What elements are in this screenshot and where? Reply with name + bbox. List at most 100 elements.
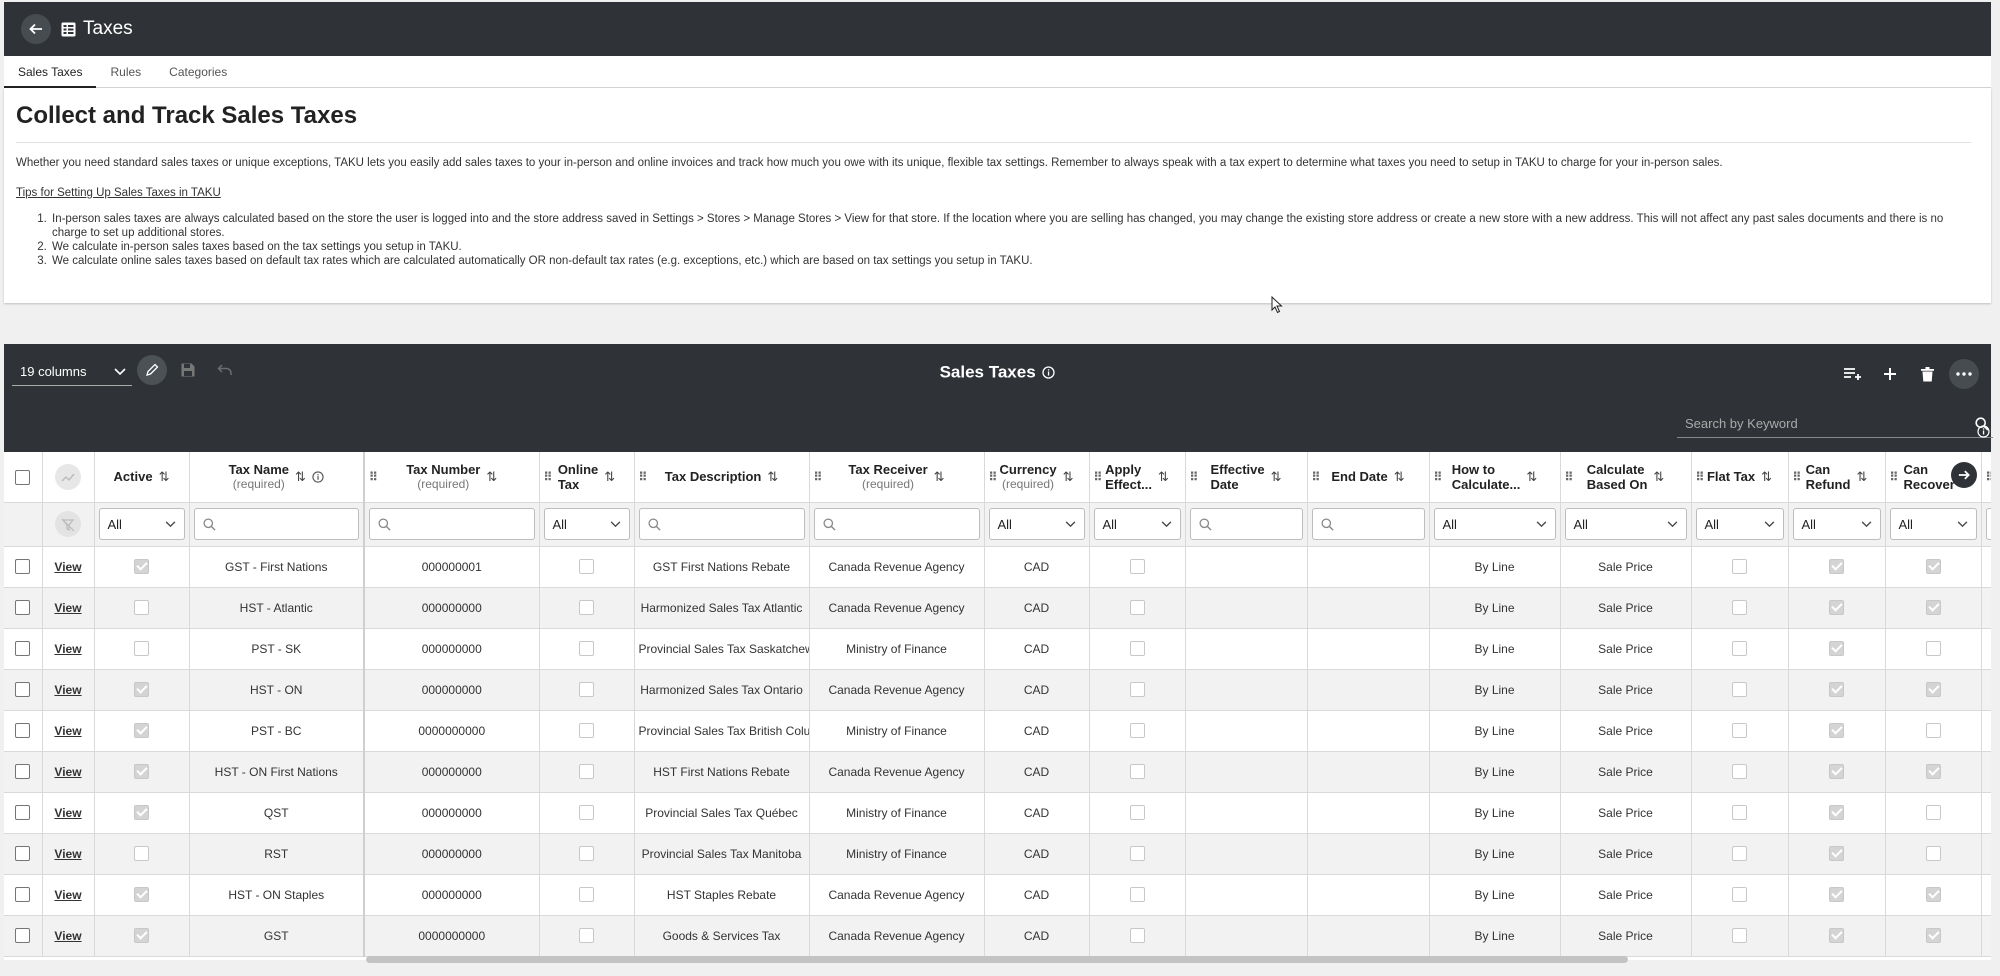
view-cell[interactable]: View: [42, 751, 95, 793]
view-link[interactable]: View: [54, 888, 81, 902]
sort-icon[interactable]: ⇅: [1394, 469, 1405, 485]
view-cell[interactable]: View: [42, 792, 95, 834]
row-select-checkbox[interactable]: [15, 723, 31, 739]
view-link[interactable]: View: [54, 560, 81, 574]
tab-categories[interactable]: Categories: [155, 56, 241, 87]
drag-handle-icon[interactable]: ⠿: [1434, 470, 1443, 484]
row-select-checkbox[interactable]: [15, 846, 31, 862]
row-select-cell[interactable]: [4, 710, 43, 752]
sort-icon[interactable]: ⇅: [1856, 469, 1867, 485]
filter-currency[interactable]: All: [984, 502, 1090, 547]
clear-filters-button[interactable]: [55, 511, 81, 537]
sort-icon[interactable]: ⇅: [1063, 469, 1074, 485]
drag-handle-icon[interactable]: ⠿: [639, 470, 648, 484]
select-all-checkbox[interactable]: [15, 469, 31, 485]
row-select-cell[interactable]: [4, 669, 43, 711]
info-icon[interactable]: [312, 471, 324, 483]
view-link[interactable]: View: [54, 929, 81, 943]
drag-handle-icon[interactable]: ⠿: [1696, 470, 1705, 484]
view-cell[interactable]: View: [42, 587, 95, 629]
drag-handle-icon[interactable]: ⠿: [1094, 470, 1103, 484]
row-select-checkbox[interactable]: [15, 559, 31, 575]
col-header-end-date[interactable]: ⠿ End Date ⇅: [1307, 452, 1430, 503]
col-header-tax-number[interactable]: ⠿ Tax Number (required) ⇅: [364, 452, 540, 503]
drag-handle-icon[interactable]: ⠿: [1793, 470, 1802, 484]
tips-link[interactable]: Tips for Setting Up Sales Taxes in TAKU: [16, 187, 221, 199]
select-all-header[interactable]: [4, 452, 43, 503]
info-icon[interactable]: [1042, 366, 1056, 379]
row-select-checkbox[interactable]: [15, 600, 31, 616]
expand-rows-button[interactable]: [55, 463, 81, 490]
sort-icon[interactable]: ⇅: [1158, 469, 1169, 485]
sort-icon[interactable]: ⇅: [486, 469, 497, 485]
row-select-checkbox[interactable]: [15, 682, 31, 698]
view-link[interactable]: View: [54, 806, 81, 820]
filter-can-refund[interactable]: All: [1788, 502, 1886, 547]
filter-active[interactable]: All: [94, 502, 190, 547]
row-select-cell[interactable]: [4, 751, 43, 793]
filter-online-tax[interactable]: All: [539, 502, 635, 547]
row-select-checkbox[interactable]: [15, 887, 31, 903]
add-button[interactable]: [1875, 359, 1905, 389]
drag-handle-icon[interactable]: ⠿: [369, 470, 378, 484]
tab-rules[interactable]: Rules: [96, 56, 155, 87]
filter-calculate-based-on[interactable]: All: [1560, 502, 1692, 547]
add-to-list-button[interactable]: [1838, 359, 1868, 389]
row-select-cell[interactable]: [4, 833, 43, 875]
row-select-checkbox[interactable]: [15, 928, 31, 944]
drag-handle-icon[interactable]: ⠿: [544, 470, 553, 484]
sort-icon[interactable]: ⇅: [295, 469, 306, 485]
view-link[interactable]: View: [54, 765, 81, 779]
sort-icon[interactable]: ⇅: [1761, 469, 1772, 485]
info-icon[interactable]: [1977, 425, 1990, 438]
scroll-right-button[interactable]: [1951, 462, 1977, 488]
col-header-active[interactable]: Active ⇅: [94, 452, 190, 503]
view-cell[interactable]: View: [42, 874, 95, 916]
col-header-tax-name[interactable]: Tax Name (required) ⇅: [189, 452, 365, 503]
tab-sales-taxes[interactable]: Sales Taxes: [4, 56, 97, 88]
filter-flat-tax[interactable]: All: [1691, 502, 1789, 547]
delete-button[interactable]: [1912, 359, 1942, 389]
filter-tax-number[interactable]: [364, 502, 540, 547]
row-select-cell[interactable]: [4, 546, 43, 588]
col-header-calculate-based-on[interactable]: ⠿ Calculate Based On ⇅: [1560, 452, 1692, 503]
view-link[interactable]: View: [54, 724, 81, 738]
sort-icon[interactable]: ⇅: [934, 469, 945, 485]
drag-handle-icon[interactable]: ⠿: [1312, 470, 1321, 484]
col-header-how-to-calculate[interactable]: ⠿ How to Calculate... ⇅: [1429, 452, 1561, 503]
col-header-tax-receiver[interactable]: ⠿ Tax Receiver (required) ⇅: [809, 452, 985, 503]
drag-handle-icon[interactable]: ⠿: [989, 470, 998, 484]
filter-tax-receiver[interactable]: [809, 502, 985, 547]
row-select-cell[interactable]: [4, 915, 43, 957]
row-select-checkbox[interactable]: [15, 805, 31, 821]
drag-handle-icon[interactable]: ⠿: [814, 470, 823, 484]
view-cell[interactable]: View: [42, 546, 95, 588]
drag-handle-icon[interactable]: ⠿: [1190, 470, 1199, 484]
back-button[interactable]: [21, 14, 51, 44]
drag-handle-icon[interactable]: ⠿: [1890, 470, 1899, 484]
more-button[interactable]: [1949, 359, 1979, 389]
sort-icon[interactable]: ⇅: [604, 469, 615, 485]
filter-tax-name[interactable]: [189, 502, 365, 547]
col-header-effective-date[interactable]: ⠿ Effective Date ⇅: [1185, 452, 1308, 503]
filter-effective-date[interactable]: [1185, 502, 1308, 547]
sort-icon[interactable]: ⇅: [159, 469, 170, 485]
col-header-tax-description[interactable]: ⠿ Tax Description ⇅: [634, 452, 810, 503]
row-select-cell[interactable]: [4, 628, 43, 670]
row-select-cell[interactable]: [4, 874, 43, 916]
filter-can-recover[interactable]: All: [1885, 502, 1982, 547]
filter-end-date[interactable]: [1307, 502, 1430, 547]
filter-tax-description[interactable]: [634, 502, 810, 547]
view-cell[interactable]: View: [42, 915, 95, 957]
view-link[interactable]: View: [54, 601, 81, 615]
row-select-cell[interactable]: [4, 792, 43, 834]
keyword-search[interactable]: Search by Keyword: [1677, 410, 1993, 438]
sort-icon[interactable]: ⇅: [1271, 469, 1282, 485]
drag-handle-icon[interactable]: ⠿: [1986, 470, 1992, 484]
view-link[interactable]: View: [54, 847, 81, 861]
horizontal-scrollbar[interactable]: [366, 956, 1628, 963]
col-header-currency[interactable]: ⠿ Currency (required) ⇅: [984, 452, 1090, 503]
view-cell[interactable]: View: [42, 833, 95, 875]
sort-icon[interactable]: ⇅: [1526, 469, 1537, 485]
sort-icon[interactable]: ⇅: [1653, 469, 1664, 485]
